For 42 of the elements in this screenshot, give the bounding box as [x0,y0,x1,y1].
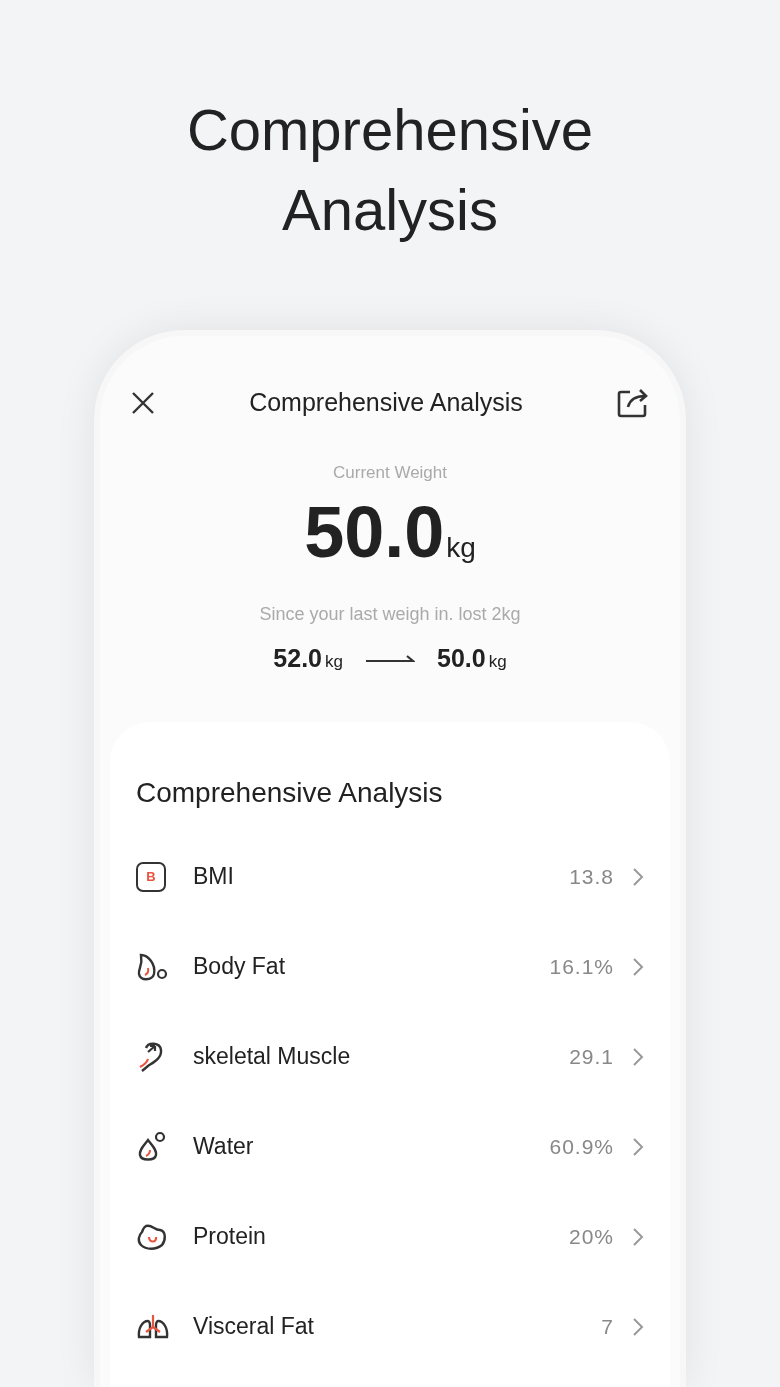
chevron-right-icon [632,866,644,887]
headline: Comprehensive [186,96,594,164]
metric-value: 7 [601,1313,614,1340]
current-weight-value: 50.0 [304,491,445,574]
current-weight-unit: kg [446,531,476,565]
metric-label: Protein [193,1222,267,1252]
metric-label: Water [193,1132,255,1162]
previous-weight-value: 52.0 [273,643,323,674]
current-weight-label: Current Weight [333,461,447,484]
share-icon[interactable] [616,386,650,419]
weight-change-text: Since your last weigh in. lost 2kg [259,603,521,626]
headline: Analysis [282,176,498,244]
metric-label: Body Fat [193,952,287,982]
lungs-icon [136,1312,170,1341]
current-weight-unit: kg [488,651,507,673]
metric-value: 20% [568,1223,614,1250]
analysis-row[interactable]: skeletal Muscle 29.1 [136,1011,644,1102]
analysis-title: Comprehensive Analysis [136,775,444,810]
chevron-right-icon [632,1316,644,1337]
metric-label: BMI [193,862,235,892]
metric-value: 16.1% [549,953,614,980]
header-title: Comprehensive Analysis [249,387,523,418]
previous-weight-unit: kg [325,651,343,673]
analysis-row[interactable]: B BMI 13.8 [136,831,644,922]
metric-label: skeletal Muscle [193,1042,352,1072]
analysis-row[interactable]: Visceral Fat 7 [136,1281,644,1372]
analysis-row[interactable]: Water 60.9% [136,1101,644,1192]
analysis-row[interactable]: Protein 20% [136,1191,644,1282]
chevron-right-icon [632,1136,644,1157]
drop-icon [136,951,168,982]
current-weight-value: 50.0 [437,643,486,674]
chevron-right-icon [632,1226,644,1247]
metric-label: Visceral Fat [193,1312,315,1342]
close-icon[interactable] [130,389,156,416]
water-drop-icon [136,1130,168,1163]
chevron-right-icon [632,956,644,977]
metric-value: 29.1 [569,1043,614,1070]
metric-value: 13.8 [569,863,614,890]
metric-value: 60.9% [549,1133,614,1160]
chevron-right-icon [632,1046,644,1067]
analysis-row[interactable]: Body Fat 16.1% [136,921,644,1012]
bmi-icon: B [136,861,166,892]
